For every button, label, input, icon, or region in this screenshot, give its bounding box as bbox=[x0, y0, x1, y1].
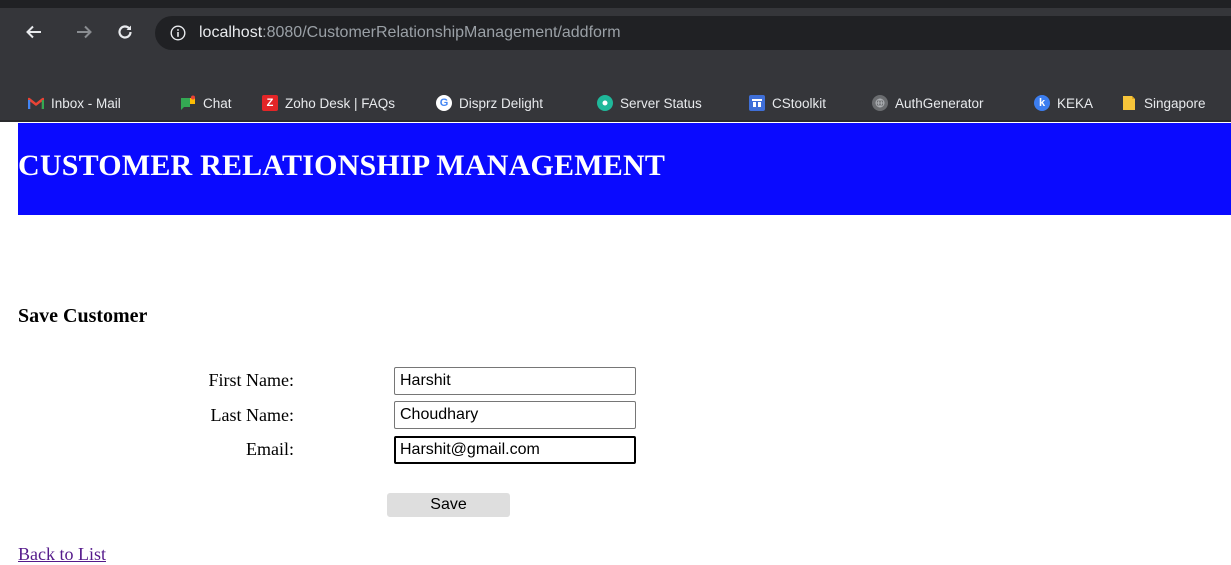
forward-arrow-icon[interactable] bbox=[70, 18, 98, 46]
back-to-list-link[interactable]: Back to List bbox=[18, 544, 106, 565]
bookmark-inbox-mail[interactable]: Inbox - Mail bbox=[28, 86, 121, 120]
google-icon: G bbox=[436, 95, 452, 111]
bookmark-keka[interactable]: k KEKA bbox=[1034, 86, 1093, 120]
zoho-icon: Z bbox=[262, 95, 278, 111]
address-bar[interactable]: localhost:8080/CustomerRelationshipManag… bbox=[155, 16, 1231, 50]
browser-toolbar: localhost:8080/CustomerRelationshipManag… bbox=[0, 8, 1231, 66]
globe-icon bbox=[872, 95, 888, 111]
bookmark-server-status[interactable]: Server Status bbox=[597, 86, 702, 120]
bookmark-authgenerator[interactable]: AuthGenerator bbox=[872, 86, 984, 120]
back-arrow-icon[interactable] bbox=[20, 18, 48, 46]
last-name-field[interactable] bbox=[394, 401, 636, 429]
page-header: CUSTOMER RELATIONSHIP MANAGEMENT bbox=[18, 123, 1231, 215]
form-title: Save Customer bbox=[18, 305, 148, 327]
last-name-label: Last Name: bbox=[210, 405, 294, 425]
folder-icon bbox=[1121, 95, 1137, 111]
bookmark-chat[interactable]: Chat bbox=[180, 86, 232, 120]
bookmarks-bar: Inbox - Mail Chat Z Zoho Desk | FAQs G Dis… bbox=[0, 66, 1231, 120]
bookmark-disprz-delight[interactable]: G Disprz Delight bbox=[436, 86, 543, 120]
bookmark-zoho-desk[interactable]: Z Zoho Desk | FAQs bbox=[262, 86, 395, 120]
info-icon[interactable] bbox=[170, 25, 186, 41]
save-button[interactable]: Save bbox=[387, 493, 510, 517]
url-path: :8080/CustomerRelationshipManagement/add… bbox=[262, 24, 621, 41]
cstoolkit-icon bbox=[749, 95, 765, 111]
keka-icon: k bbox=[1034, 95, 1050, 111]
page-title: CUSTOMER RELATIONSHIP MANAGEMENT bbox=[18, 149, 666, 182]
url-host: localhost bbox=[199, 24, 263, 41]
window-top-bar bbox=[0, 0, 1231, 8]
chat-icon bbox=[180, 95, 196, 111]
server-status-icon bbox=[597, 95, 613, 111]
email-field[interactable] bbox=[394, 436, 636, 464]
bookmark-singapore[interactable]: Singapore bbox=[1121, 86, 1206, 120]
gmail-icon bbox=[28, 95, 44, 111]
chrome-divider bbox=[0, 120, 1231, 122]
reload-icon[interactable] bbox=[111, 18, 139, 46]
email-label: Email: bbox=[246, 439, 294, 459]
first-name-field[interactable] bbox=[394, 367, 636, 395]
bookmark-cstoolkit[interactable]: CStoolkit bbox=[749, 86, 826, 120]
first-name-label: First Name: bbox=[208, 370, 295, 390]
url-text[interactable]: localhost:8080/CustomerRelationshipManag… bbox=[199, 16, 621, 50]
